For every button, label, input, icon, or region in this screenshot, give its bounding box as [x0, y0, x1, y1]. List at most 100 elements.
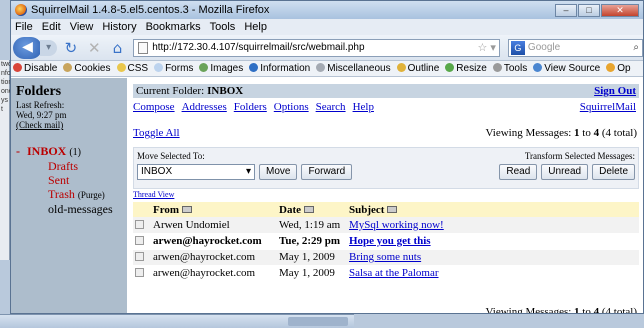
read-button[interactable]: Read — [499, 164, 538, 180]
menu-view[interactable]: View — [70, 21, 94, 33]
back-button[interactable]: ◀ — [13, 36, 42, 59]
sort-icon[interactable] — [387, 205, 398, 213]
close-button[interactable]: ✕ — [601, 3, 639, 17]
folders-link[interactable]: Folders — [234, 101, 267, 113]
options-link[interactable]: Options — [274, 101, 309, 113]
devbar-images[interactable]: Images — [199, 63, 243, 74]
row-subject-link[interactable]: Salsa at the Palomar — [349, 267, 439, 279]
menu-edit[interactable]: Edit — [42, 21, 61, 33]
menu-tools[interactable]: Tools — [210, 21, 236, 33]
search-icon[interactable]: ⌕ — [633, 42, 642, 53]
url-text: http://172.30.4.107/squirrelmail/src/web… — [152, 42, 365, 53]
column-date[interactable]: Date — [277, 202, 347, 217]
google-icon[interactable]: G — [510, 40, 525, 55]
squirrelmail-page: Folders Last Refresh: Wed, 9:27 pm (Chec… — [11, 78, 643, 313]
current-folder-bar: Current Folder: INBOX Sign Out — [133, 84, 639, 98]
url-bar[interactable]: http://172.30.4.107/squirrelmail/src/web… — [133, 38, 500, 57]
forward-dropdown-button[interactable]: ▾ — [39, 39, 58, 56]
thread-view-link[interactable]: Thread View — [133, 190, 639, 199]
table-row[interactable]: arwen@hayrocket.com May 1, 2009 Bring so… — [133, 249, 639, 266]
row-from: arwen@hayrocket.com — [151, 249, 277, 266]
folder-trash[interactable]: Trash (Purge) — [48, 187, 127, 202]
column-subject[interactable]: Subject — [347, 202, 639, 217]
row-date: May 1, 2009 — [277, 249, 347, 266]
sort-icon[interactable] — [304, 205, 314, 213]
table-row[interactable]: arwen@hayrocket.com Tue, 2:29 pm Hope yo… — [133, 233, 639, 250]
message-table: From Date Subject Arwen Undomiel Wed, 1:… — [133, 202, 639, 282]
home-icon[interactable]: ⌂ — [108, 39, 127, 57]
inbox-collapse-marker[interactable]: - — [16, 144, 20, 158]
squirrelmail-link[interactable]: SquirrelMail — [580, 101, 636, 113]
folder-sent[interactable]: Sent — [48, 173, 127, 187]
devbar-view-source[interactable]: View Source — [533, 63, 600, 74]
options-icon — [606, 63, 616, 72]
search-placeholder: Google — [527, 42, 561, 53]
select-column — [133, 202, 151, 217]
check-mail-link[interactable]: (Check mail) — [16, 120, 63, 130]
from-header: From — [153, 203, 180, 216]
folder-old-messages[interactable]: old-messages — [48, 202, 127, 216]
bookmark-star-icon[interactable]: ☆ ▾ — [477, 41, 498, 54]
folder-drafts[interactable]: Drafts — [48, 159, 127, 173]
devbar-outline[interactable]: Outline — [396, 63, 439, 74]
background-window-left[interactable]: two nfo tion one ys t — [0, 60, 13, 260]
bg-text: tion — [1, 79, 13, 86]
help-link[interactable]: Help — [353, 101, 374, 113]
row-checkbox[interactable] — [135, 236, 144, 245]
minimize-button[interactable]: – — [555, 3, 577, 17]
bg-text: nfo — [1, 70, 11, 77]
row-checkbox[interactable] — [135, 268, 144, 277]
information-icon — [249, 63, 259, 72]
devbar-tools[interactable]: Tools — [492, 63, 527, 74]
title-bar[interactable]: SquirrelMail 1.4.8-5.el5.centos.3 - Mozi… — [11, 1, 643, 19]
window-title: SquirrelMail 1.4.8-5.el5.centos.3 - Mozi… — [31, 4, 270, 16]
row-checkbox[interactable] — [135, 219, 144, 229]
menu-history[interactable]: History — [102, 21, 136, 33]
sort-icon[interactable] — [182, 205, 193, 213]
devbar-cookies[interactable]: Cookies — [63, 63, 111, 74]
devbar-css[interactable]: CSS — [116, 63, 148, 74]
move-folder-select[interactable]: INBOX — [137, 164, 255, 180]
menu-help[interactable]: Help — [244, 21, 267, 33]
row-date: Tue, 2:29 pm — [277, 233, 347, 250]
move-button[interactable]: Move — [259, 164, 298, 180]
cookies-icon — [63, 63, 73, 72]
viewing-total: (4 total) — [601, 306, 637, 314]
devbar-resize[interactable]: Resize — [445, 63, 487, 74]
viewing-prefix: Viewing Messages: — [485, 306, 572, 314]
delete-button[interactable]: Delete — [592, 164, 635, 180]
devbar-miscellaneous[interactable]: Miscellaneous — [316, 63, 391, 74]
menu-bookmarks[interactable]: Bookmarks — [146, 21, 201, 33]
stop-icon[interactable]: ✕ — [85, 39, 104, 57]
sign-out-link[interactable]: Sign Out — [594, 85, 639, 97]
row-checkbox[interactable] — [135, 252, 144, 261]
unread-button[interactable]: Unread — [541, 164, 589, 180]
table-row[interactable]: arwen@hayrocket.com May 1, 2009 Salsa at… — [133, 265, 639, 282]
menu-file[interactable]: File — [15, 21, 33, 33]
purge-link[interactable]: (Purge) — [78, 190, 105, 200]
forward-button[interactable]: Forward — [301, 164, 353, 180]
firefox-icon — [15, 4, 27, 16]
devbar-information[interactable]: Information — [249, 63, 310, 74]
search-link[interactable]: Search — [316, 101, 346, 113]
row-subject-link[interactable]: Bring some nuts — [349, 251, 421, 263]
column-from[interactable]: From — [151, 202, 277, 217]
maximize-button[interactable]: □ — [578, 3, 600, 17]
window-controls-icon[interactable] — [288, 317, 348, 326]
row-subject-link[interactable]: Hope you get this — [349, 235, 431, 247]
compose-link[interactable]: Compose — [133, 101, 175, 113]
toggle-all-link[interactable]: Toggle All — [133, 127, 180, 139]
table-row[interactable]: Arwen Undomiel Wed, 1:19 am MySql workin… — [133, 217, 639, 234]
viewing-to: 4 — [593, 306, 600, 314]
devbar-options[interactable]: Op — [606, 63, 631, 74]
search-box[interactable]: G Google ⌕ — [507, 38, 643, 57]
devbar-disable[interactable]: Disable — [13, 63, 57, 74]
row-subject-link[interactable]: MySql working now! — [349, 219, 444, 231]
background-window-bottom[interactable] — [0, 314, 354, 328]
addresses-link[interactable]: Addresses — [182, 101, 227, 113]
folder-inbox[interactable]: - INBOX (1) — [16, 144, 127, 159]
last-refresh-value: Wed, 9:27 pm — [16, 110, 67, 120]
reload-icon[interactable]: ↻ — [61, 39, 80, 57]
viewing-to: 4 — [593, 127, 600, 139]
devbar-forms[interactable]: Forms — [154, 63, 193, 74]
